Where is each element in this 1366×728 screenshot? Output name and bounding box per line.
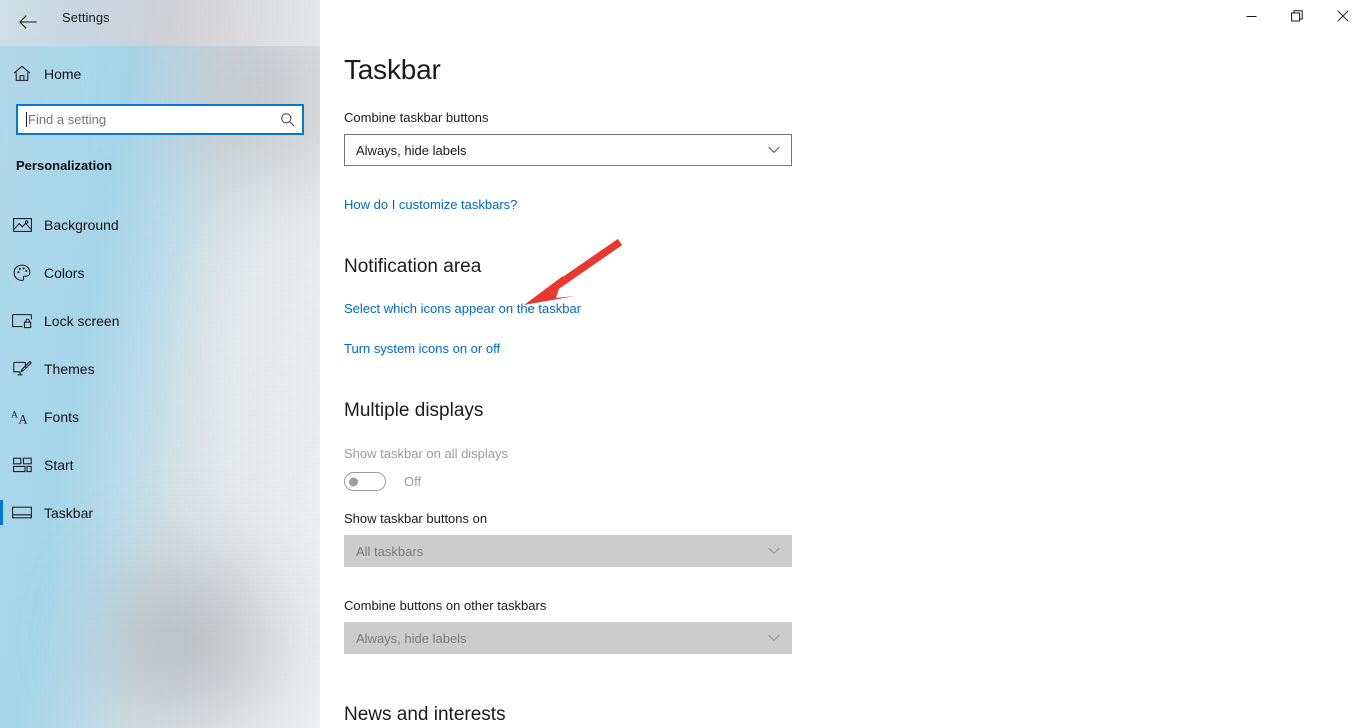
restore-icon (1291, 10, 1303, 22)
sidebar-item-label: Taskbar (44, 504, 94, 521)
back-arrow-icon (19, 15, 37, 29)
show-taskbar-buttons-on-value: All taskbars (356, 543, 424, 559)
sidebar-item-label: Colors (44, 264, 85, 281)
close-button[interactable] (1320, 0, 1366, 32)
main-content: Taskbar Combine taskbar buttons Always, … (320, 0, 1366, 728)
minimize-icon (1246, 15, 1256, 17)
sidebar-item-home-label: Home (44, 65, 82, 82)
start-tiles-icon (0, 457, 44, 473)
taskbar-icon (0, 505, 44, 520)
sidebar-nav: Background Colors Lock screen Themes A A… (0, 208, 320, 544)
notification-area-section-title: Notification area (344, 256, 482, 277)
sidebar: Settings Home Find a setting Personaliza… (0, 0, 320, 728)
show-taskbar-all-displays-label: Show taskbar on all displays (344, 446, 509, 461)
sidebar-item-fonts[interactable]: A A Fonts (0, 400, 320, 433)
combine-buttons-other-taskbars-value: Always, hide labels (356, 630, 467, 646)
sidebar-item-start[interactable]: Start (0, 448, 320, 481)
sidebar-item-label: Lock screen (44, 312, 120, 329)
app-title: Settings (62, 10, 110, 25)
home-icon (0, 65, 44, 82)
palette-icon (0, 264, 44, 282)
chevron-down-icon (757, 547, 791, 555)
page-title: Taskbar (344, 54, 441, 85)
sidebar-item-taskbar[interactable]: Taskbar (0, 496, 320, 529)
svg-text:A: A (18, 412, 28, 425)
sidebar-item-label: Start (44, 456, 74, 473)
themes-brush-icon (0, 360, 44, 378)
fonts-aa-icon: A A (0, 408, 44, 426)
turn-system-icons-link[interactable]: Turn system icons on or off (344, 341, 500, 356)
sidebar-item-label: Themes (44, 360, 95, 377)
back-button[interactable] (10, 5, 46, 39)
sidebar-group-header: Personalization (16, 158, 113, 173)
show-taskbar-all-displays-toggle[interactable] (344, 472, 386, 491)
news-and-interests-section-title: News and interests (344, 704, 506, 725)
picture-icon (0, 217, 44, 233)
sidebar-item-themes[interactable]: Themes (0, 352, 320, 385)
combine-taskbar-buttons-value: Always, hide labels (356, 142, 467, 158)
sidebar-item-lock-screen[interactable]: Lock screen (0, 304, 320, 337)
show-taskbar-buttons-on-label: Show taskbar buttons on (344, 511, 488, 526)
sidebar-item-label: Fonts (44, 408, 80, 425)
sidebar-item-label: Background (44, 216, 119, 233)
show-taskbar-buttons-on-dropdown[interactable]: All taskbars (344, 535, 792, 567)
sidebar-item-colors[interactable]: Colors (0, 256, 320, 289)
lock-screen-icon (0, 313, 44, 329)
search-box[interactable] (16, 104, 304, 135)
combine-taskbar-buttons-dropdown[interactable]: Always, hide labels (344, 134, 792, 166)
close-icon (1337, 10, 1349, 22)
combine-buttons-other-taskbars-label: Combine buttons on other taskbars (344, 598, 547, 613)
settings-window: Settings Home Find a setting Personaliza… (0, 0, 1366, 728)
sidebar-item-home[interactable]: Home (0, 59, 320, 88)
show-taskbar-all-displays-state: Off (404, 474, 422, 489)
show-taskbar-all-displays-toggle-row: Off (344, 472, 421, 491)
restore-button[interactable] (1274, 0, 1320, 32)
svg-text:A: A (11, 409, 18, 420)
combine-taskbar-buttons-label: Combine taskbar buttons (344, 110, 489, 125)
select-which-icons-link[interactable]: Select which icons appear on the taskbar (344, 301, 581, 316)
combine-buttons-other-taskbars-dropdown[interactable]: Always, hide labels (344, 622, 792, 654)
search-icon[interactable] (272, 112, 302, 127)
sidebar-item-background[interactable]: Background (0, 208, 320, 241)
chevron-down-icon (757, 634, 791, 642)
multiple-displays-section-title: Multiple displays (344, 400, 484, 421)
minimize-button[interactable] (1228, 0, 1274, 32)
toggle-knob (349, 477, 358, 486)
chevron-down-icon (757, 146, 791, 154)
search-input[interactable] (27, 112, 272, 127)
titlebar: Settings (0, 0, 320, 46)
customize-taskbars-link[interactable]: How do I customize taskbars? (344, 197, 517, 212)
selection-indicator (0, 500, 3, 525)
window-controls (1228, 0, 1366, 32)
